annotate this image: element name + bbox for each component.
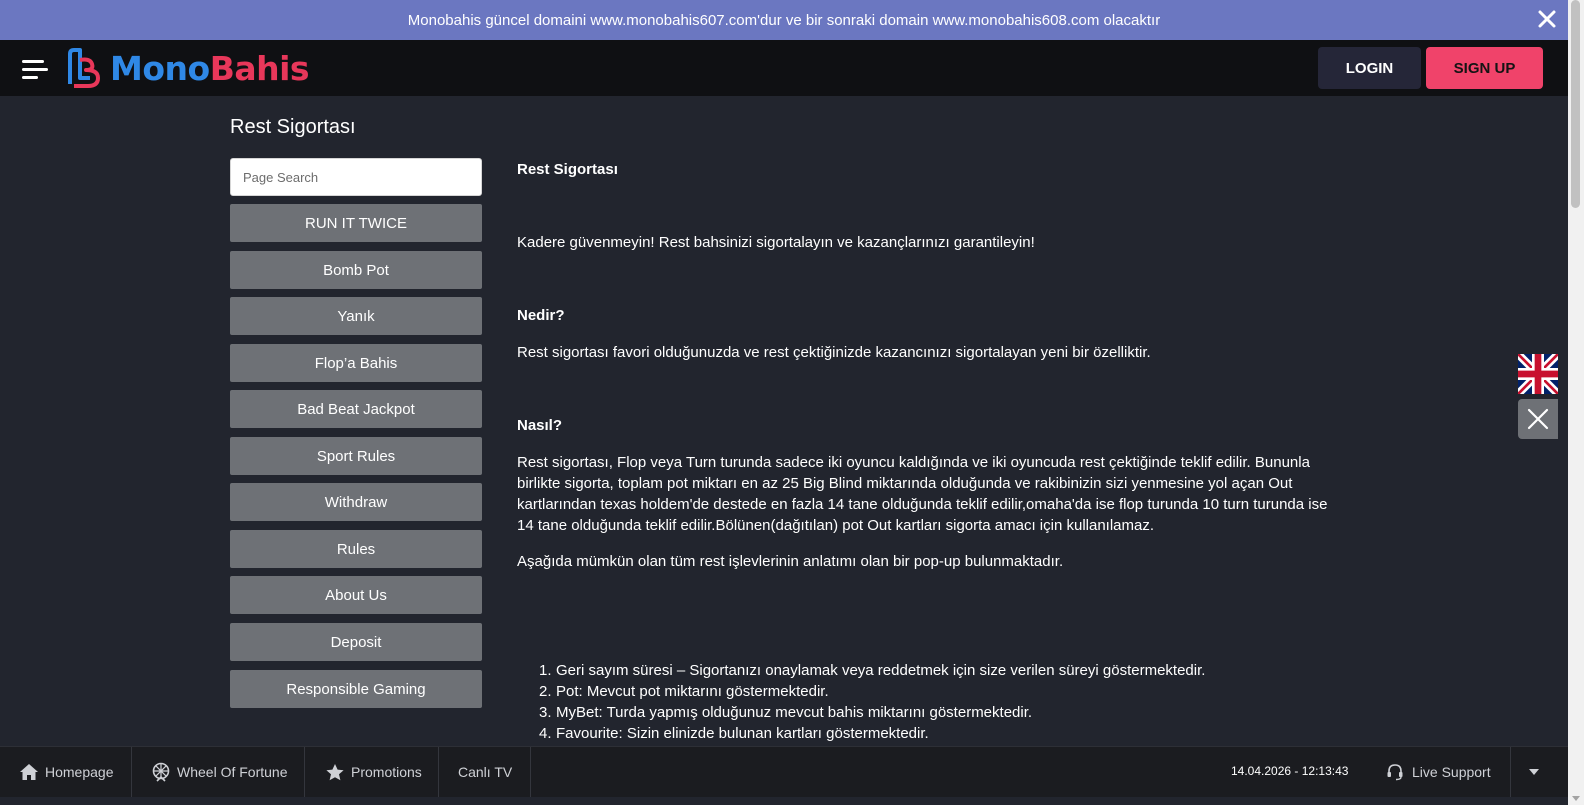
bottom-nav-promotions[interactable]: Promotions bbox=[305, 747, 439, 797]
bottom-nav-label: Wheel Of Fortune bbox=[177, 764, 288, 780]
section-heading-nasil: Nasıl? bbox=[517, 417, 563, 434]
live-support-label: Live Support bbox=[1412, 764, 1491, 780]
bottom-nav-homepage[interactable]: Homepage bbox=[0, 747, 132, 797]
site-header: MonoBahis LOGIN SIGN UP bbox=[0, 40, 1568, 96]
sidebar-item-rules[interactable]: Rules bbox=[230, 530, 482, 568]
live-support-button[interactable]: Live Support bbox=[1386, 747, 1491, 797]
chevron-down-icon bbox=[1528, 769, 1539, 775]
login-button[interactable]: LOGIN bbox=[1318, 47, 1421, 89]
list-item: 1. Geri sayım süresi – Sigortanızı onayla… bbox=[517, 660, 1205, 681]
sidebar-item-deposit[interactable]: Deposit bbox=[230, 623, 482, 661]
nasil-line: kartlarından texas holdem'de destede en … bbox=[517, 496, 1328, 513]
nasil-line: birlikte sigorta, toplam pot miktarı en … bbox=[517, 475, 1293, 492]
page-bottom-strip bbox=[0, 797, 1568, 805]
nasil-line: 14 tane olduğunda teklif edilir.Bölünen(… bbox=[517, 517, 1155, 534]
article-heading: Rest Sigortası bbox=[517, 161, 618, 178]
article-intro: Kadere güvenmeyin! Rest bahsinizi sigort… bbox=[517, 234, 1035, 251]
section-text-nedir: Rest sigortası favori olduğunuzda ve res… bbox=[517, 344, 1151, 361]
section-text-nasil: Rest sigortası, Flop veya Turn turunda s… bbox=[517, 452, 1327, 536]
bottom-nav-canli-tv[interactable]: Canlı TV bbox=[439, 747, 531, 797]
list-text: Geri sayım süresi – Sigortanızı onaylama… bbox=[556, 662, 1206, 679]
sidebar-item-bad-beat-jackpot[interactable]: Bad Beat Jackpot bbox=[230, 390, 482, 428]
list-text: Pot: Mevcut pot miktarını göstermektedir… bbox=[556, 683, 829, 700]
wheel-icon bbox=[152, 762, 170, 782]
logo-text: MonoBahis bbox=[110, 48, 310, 88]
page-scrollbar[interactable] bbox=[1568, 0, 1584, 805]
bottom-nav-wheel-of-fortune[interactable]: Wheel Of Fortune bbox=[132, 747, 305, 797]
star-icon bbox=[326, 763, 344, 780]
sidebar-item-flopa-bahis[interactable]: Flop’a Bahis bbox=[230, 344, 482, 382]
sidebar-item-responsible-gaming[interactable]: Responsible Gaming bbox=[230, 670, 482, 708]
section-heading-nedir: Nedir? bbox=[517, 307, 565, 324]
announcement-bar: Monobahis güncel domaini www.monobahis60… bbox=[0, 0, 1568, 40]
uk-flag-icon[interactable] bbox=[1518, 354, 1558, 394]
home-icon bbox=[20, 764, 38, 780]
list-text: MyBet: Turda yapmış olduğunuz mevcut bah… bbox=[556, 704, 1033, 721]
sidebar-item-about-us[interactable]: About Us bbox=[230, 576, 482, 614]
bottom-nav-label: Homepage bbox=[45, 764, 114, 780]
bottom-nav-label: Canlı TV bbox=[458, 764, 513, 780]
hamburger-icon[interactable] bbox=[20, 58, 48, 80]
list-item: 4. Favourite: Sizin elinizde bulunan kart… bbox=[517, 723, 1205, 744]
sidebar-item-withdraw[interactable]: Withdraw bbox=[230, 483, 482, 521]
headset-icon bbox=[1387, 764, 1403, 781]
signup-button[interactable]: SIGN UP bbox=[1426, 47, 1543, 89]
sidebar-item-yanik[interactable]: Yanık bbox=[230, 297, 482, 335]
list-number: 3. bbox=[539, 704, 552, 721]
list-text: Favourite: Sizin elinizde bulunan kartla… bbox=[556, 725, 929, 742]
sidebar-item-run-it-twice[interactable]: RUN IT TWICE bbox=[230, 204, 482, 242]
logo-mark-icon bbox=[68, 48, 100, 88]
floating-close-button[interactable] bbox=[1518, 399, 1558, 439]
list-item: 3. MyBet: Turda yapmış olduğunuz mevcut b… bbox=[517, 702, 1205, 723]
bottom-nav-label: Promotions bbox=[351, 764, 422, 780]
logo-bahis-text: Bahis bbox=[209, 48, 310, 88]
bottom-bar: Homepage Wheel Of Fortune Promotions Can… bbox=[0, 746, 1568, 797]
popup-description: Aşağıda mümkün olan tüm rest işlevlerini… bbox=[517, 553, 1064, 570]
scrollbar-thumb[interactable] bbox=[1571, 0, 1580, 208]
datetime-display: 14.04.2026 - 12:13:43 bbox=[1231, 764, 1349, 778]
feature-list: 1. Geri sayım süresi – Sigortanızı onayla… bbox=[517, 660, 1205, 744]
page-search-input[interactable] bbox=[230, 158, 482, 196]
list-number: 2. bbox=[539, 683, 552, 700]
announcement-text: Monobahis güncel domaini www.monobahis60… bbox=[407, 11, 1161, 29]
logo[interactable]: MonoBahis bbox=[66, 47, 310, 89]
list-number: 4. bbox=[539, 725, 552, 742]
logo-mono-text: Mono bbox=[110, 48, 210, 88]
page-title: Rest Sigortası bbox=[230, 116, 356, 138]
list-number: 1. bbox=[539, 662, 552, 679]
sidebar-item-bomb-pot[interactable]: Bomb Pot bbox=[230, 251, 482, 289]
close-icon[interactable] bbox=[1536, 8, 1558, 30]
bottom-bar-expand[interactable] bbox=[1510, 747, 1556, 797]
scroll-down-arrow-icon[interactable] bbox=[1572, 796, 1580, 801]
list-item: 2. Pot: Mevcut pot miktarını göstermekted… bbox=[517, 681, 1205, 702]
sidebar-item-sport-rules[interactable]: Sport Rules bbox=[230, 437, 482, 475]
close-icon bbox=[1527, 408, 1549, 430]
nasil-line: Rest sigortası, Flop veya Turn turunda s… bbox=[517, 454, 1310, 471]
